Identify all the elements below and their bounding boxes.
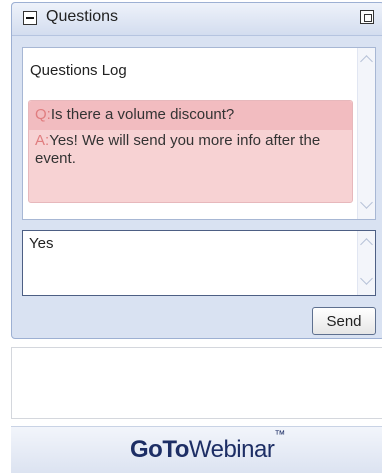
gotowebinar-logo: GoToWebinar™ [130, 429, 285, 464]
brand-tm: ™ [274, 429, 285, 441]
chevron-down-icon[interactable] [360, 196, 373, 209]
blank-area [11, 347, 382, 419]
answer-row: A:Yes! We will send you more info after … [35, 132, 335, 168]
panel-title: Questions [46, 8, 119, 25]
qa-thread: Q:Is there a volume discount? A:Yes! We … [28, 100, 353, 203]
send-button[interactable]: Send [312, 307, 376, 335]
questions-log: Questions Log Q:Is there a volume discou… [22, 47, 376, 220]
questions-panel: Questions Questions Log Q:Is there a vol… [11, 2, 382, 339]
question-input[interactable]: Yes [22, 230, 376, 296]
panel-titlebar: Questions [12, 3, 382, 36]
input-scrollbar[interactable] [357, 231, 375, 295]
minus-icon[interactable] [23, 11, 37, 25]
answer-text: Yes! We will send you more info after th… [35, 132, 321, 167]
log-scrollbar[interactable] [357, 48, 375, 219]
answer-prefix: A: [35, 132, 50, 149]
question-text: Is there a volume discount? [50, 106, 235, 123]
popout-icon[interactable] [360, 10, 374, 24]
chevron-down-icon[interactable] [360, 272, 373, 285]
chevron-up-icon[interactable] [360, 238, 373, 251]
question-row: Q:Is there a volume discount? [35, 106, 234, 124]
questions-log-title: Questions Log [30, 62, 127, 79]
question-prefix: Q: [35, 106, 51, 123]
brand-goto: GoTo [130, 436, 189, 463]
footer: GoToWebinar™ [11, 426, 382, 473]
brand-webinar: Webinar [188, 436, 275, 463]
chevron-up-icon[interactable] [360, 55, 373, 68]
question-input-text[interactable]: Yes [29, 235, 53, 252]
